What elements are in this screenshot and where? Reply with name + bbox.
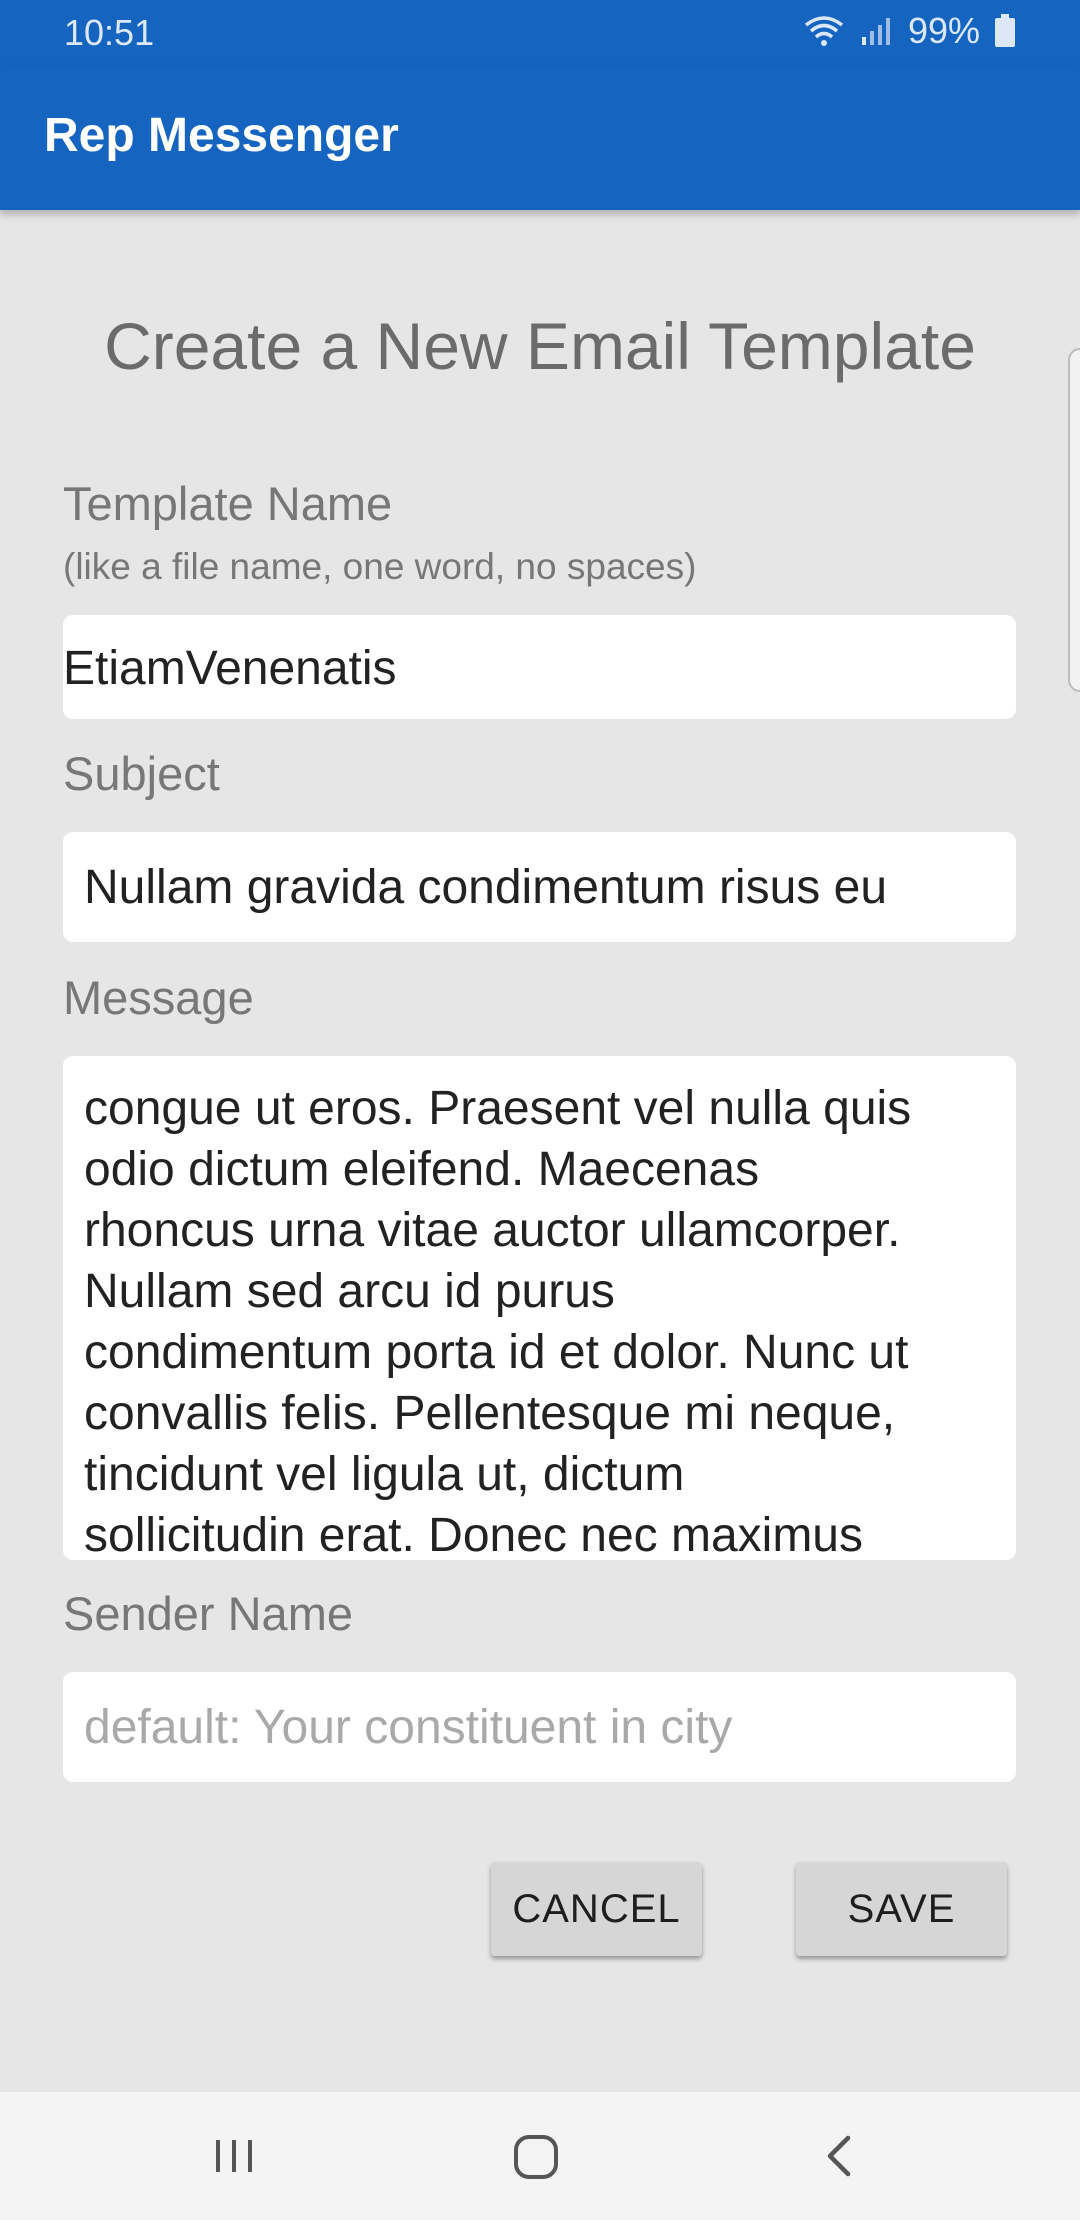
app-bar: Rep Messenger — [0, 66, 1080, 210]
message-input[interactable]: congue ut eros. Praesent vel nulla quis … — [63, 1056, 1016, 1560]
sender-name-label: Sender Name — [63, 1587, 353, 1640]
sender-name-placeholder: default: Your constituent in city — [84, 1701, 733, 1754]
message-value: congue ut eros. Praesent vel nulla quis … — [84, 1082, 912, 1560]
app-title: Rep Messenger — [44, 109, 399, 162]
edge-panel-handle[interactable] — [1068, 348, 1080, 692]
template-name-value: EtiamVenenatis — [63, 642, 397, 695]
status-icons: 99% — [802, 10, 1016, 52]
battery-percent: 99% — [907, 10, 980, 51]
template-name-input[interactable]: EtiamVenenatis — [63, 615, 1016, 719]
sender-name-input[interactable]: default: Your constituent in city — [63, 1672, 1016, 1782]
recent-apps-icon[interactable] — [210, 2132, 258, 2180]
subject-input[interactable]: Nullam gravida condimentum risus eu — [63, 832, 1016, 942]
save-button[interactable]: SAVE — [796, 1862, 1007, 1956]
signal-icon — [861, 18, 890, 45]
cancel-button[interactable]: CANCEL — [491, 1862, 702, 1956]
subject-label: Subject — [63, 747, 220, 800]
home-icon[interactable] — [511, 2132, 561, 2182]
template-name-label: Template Name — [63, 477, 393, 530]
subject-value: Nullam gravida condimentum risus eu — [84, 861, 888, 914]
template-form: Create a New Email Template Template Nam… — [0, 210, 1080, 2092]
page-title: Create a New Email Template — [104, 309, 976, 383]
template-name-hint: (like a file name, one word, no spaces) — [63, 546, 697, 587]
status-time: 10:51 — [64, 12, 155, 53]
battery-icon — [995, 14, 1015, 47]
status-bar: 10:51 99% — [0, 0, 1080, 66]
wifi-icon — [804, 16, 844, 46]
message-label: Message — [63, 971, 254, 1024]
back-icon[interactable] — [818, 2132, 858, 2180]
navigation-bar — [0, 2092, 1080, 2220]
